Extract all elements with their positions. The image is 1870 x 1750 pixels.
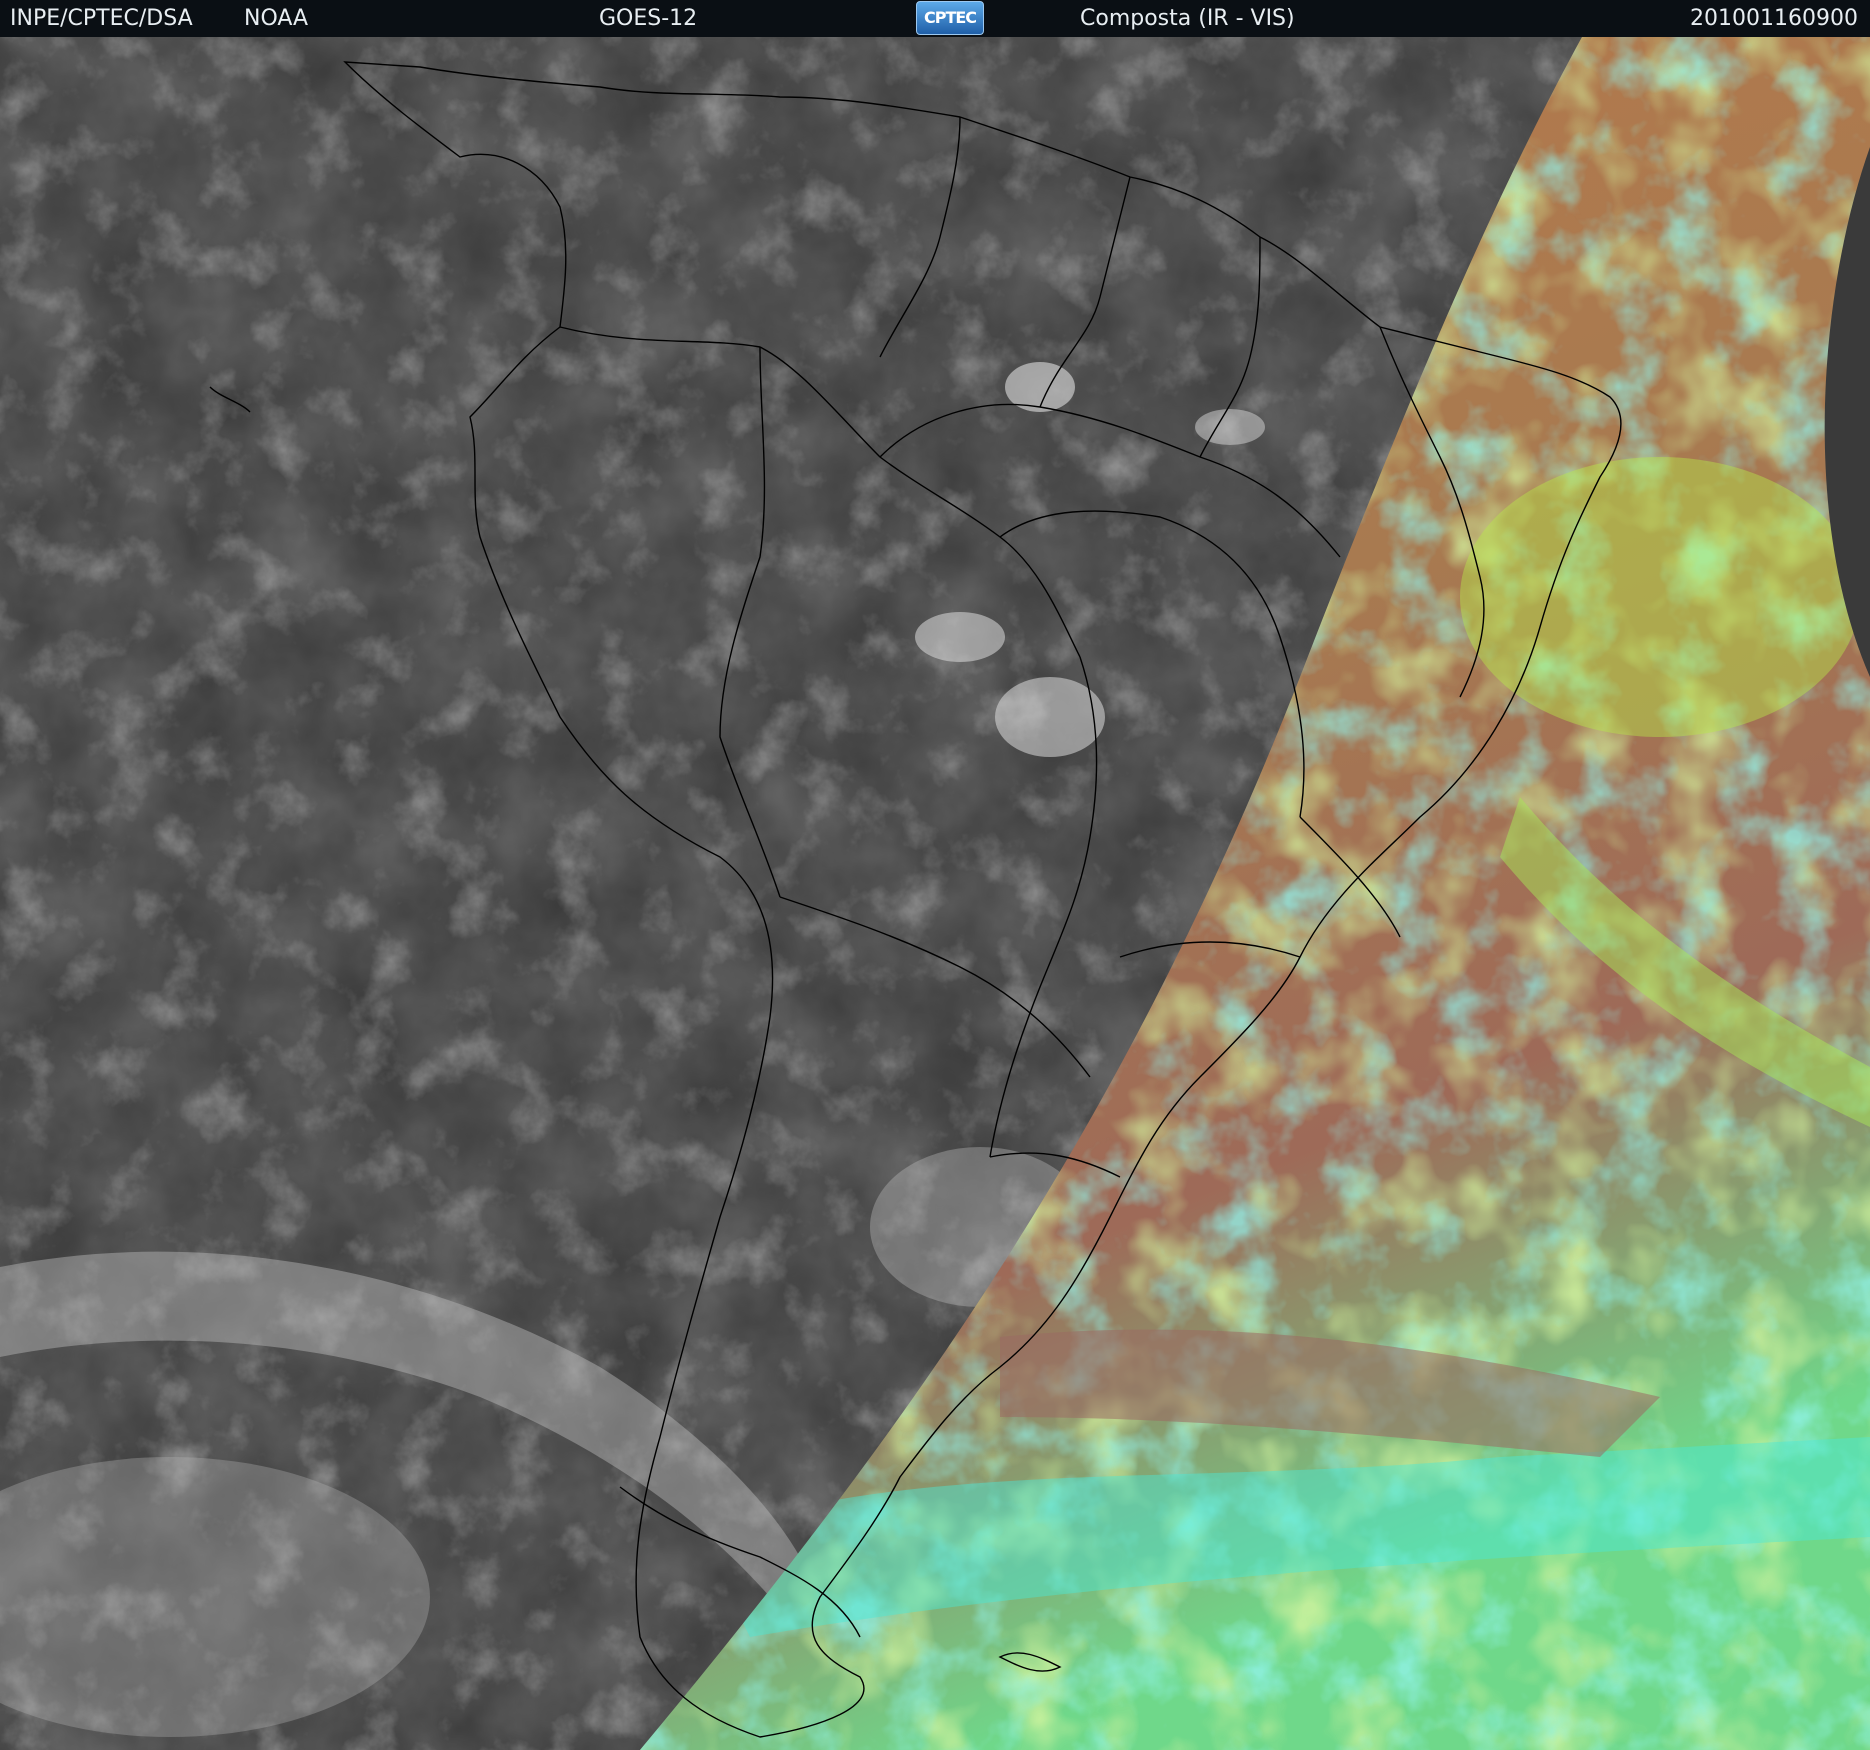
cptec-logo: CPTEC: [916, 1, 984, 35]
header-bar: INPE/CPTEC/DSA NOAA GOES-12 CPTEC Compos…: [0, 0, 1870, 38]
satellite-label: GOES-12: [599, 6, 698, 31]
satellite-image-svg: [0, 37, 1870, 1750]
cloud-cluster-c: [915, 612, 1005, 662]
agency-label: INPE/CPTEC/DSA: [10, 6, 193, 31]
satellite-image: [0, 37, 1870, 1750]
source-label: NOAA: [244, 6, 309, 31]
timestamp-label: 201001160900: [1690, 6, 1858, 31]
cloud-cluster-d: [1195, 409, 1265, 445]
product-label: Composta (IR - VIS): [1080, 6, 1295, 31]
